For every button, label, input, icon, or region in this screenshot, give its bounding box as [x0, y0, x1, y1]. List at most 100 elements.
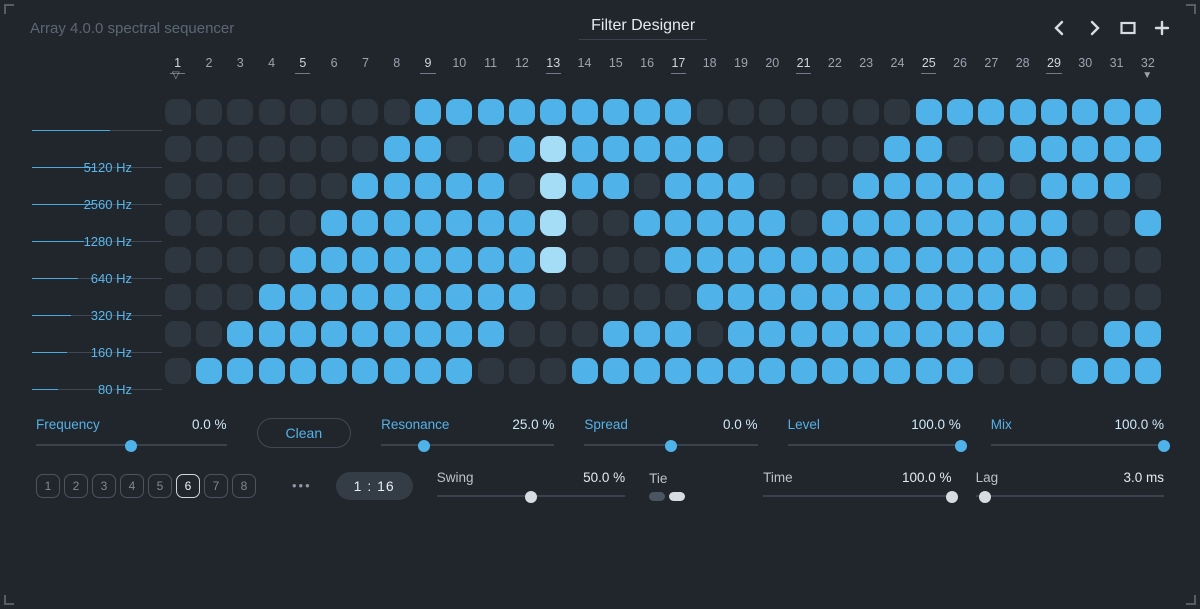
spread-slider[interactable]: [584, 440, 757, 450]
step-cell[interactable]: [916, 321, 942, 347]
step-cell[interactable]: [165, 284, 191, 310]
step-cell[interactable]: [1072, 284, 1098, 310]
step-cell[interactable]: [728, 247, 754, 273]
step-cell[interactable]: [352, 136, 378, 162]
step-cell[interactable]: [978, 210, 1004, 236]
step-cell[interactable]: [1135, 210, 1161, 236]
step-cell[interactable]: [415, 284, 441, 310]
clean-button[interactable]: Clean: [257, 418, 352, 448]
step-cell[interactable]: [665, 173, 691, 199]
step-cell[interactable]: [822, 358, 848, 384]
step-cell[interactable]: [697, 173, 723, 199]
step-cell[interactable]: [1041, 321, 1067, 347]
step-cell[interactable]: [1010, 358, 1036, 384]
step-cell[interactable]: [227, 136, 253, 162]
step-cell[interactable]: [1010, 210, 1036, 236]
preset-4[interactable]: 4: [120, 474, 144, 498]
step-cell[interactable]: [1041, 99, 1067, 125]
step-cell[interactable]: [1104, 173, 1130, 199]
step-cell[interactable]: [259, 358, 285, 384]
row-slider-7[interactable]: 80 Hz: [32, 352, 162, 389]
step-cell[interactable]: [884, 247, 910, 273]
step-cell[interactable]: [196, 136, 222, 162]
step-cell[interactable]: [321, 358, 347, 384]
step-cell[interactable]: [321, 99, 347, 125]
step-cell[interactable]: [227, 210, 253, 236]
reson-slider[interactable]: [381, 440, 554, 450]
step-cell[interactable]: [1072, 247, 1098, 273]
step-cell[interactable]: [978, 136, 1004, 162]
row-slider-2[interactable]: 2560 Hz: [32, 167, 162, 204]
step-cell[interactable]: [509, 173, 535, 199]
step-cell[interactable]: [1041, 173, 1067, 199]
step-cell[interactable]: [165, 99, 191, 125]
step-cell[interactable]: [947, 358, 973, 384]
step-cell[interactable]: [822, 99, 848, 125]
ratio-display[interactable]: 1 : 16: [336, 472, 413, 500]
col-label-12[interactable]: 12: [506, 56, 537, 73]
step-cell[interactable]: [227, 99, 253, 125]
step-cell[interactable]: [509, 210, 535, 236]
step-cell[interactable]: [196, 210, 222, 236]
step-cell[interactable]: [603, 99, 629, 125]
row-slider-1[interactable]: 5120 Hz: [32, 130, 162, 167]
step-cell[interactable]: [665, 321, 691, 347]
step-cell[interactable]: [165, 247, 191, 273]
step-cell[interactable]: [259, 99, 285, 125]
step-cell[interactable]: [634, 284, 660, 310]
preset-2[interactable]: 2: [64, 474, 88, 498]
step-cell[interactable]: [1104, 284, 1130, 310]
step-cell[interactable]: [196, 321, 222, 347]
step-cell[interactable]: [509, 284, 535, 310]
col-label-15[interactable]: 15: [600, 56, 631, 73]
step-cell[interactable]: [1072, 321, 1098, 347]
step-cell[interactable]: [1041, 284, 1067, 310]
step-cell[interactable]: [884, 358, 910, 384]
step-cell[interactable]: [1010, 284, 1036, 310]
step-cell[interactable]: [446, 99, 472, 125]
step-cell[interactable]: [478, 136, 504, 162]
col-label-18[interactable]: 18: [694, 56, 725, 73]
step-cell[interactable]: [352, 99, 378, 125]
step-cell[interactable]: [759, 173, 785, 199]
step-cell[interactable]: [947, 173, 973, 199]
step-cell[interactable]: [916, 99, 942, 125]
step-cell[interactable]: [415, 358, 441, 384]
step-cell[interactable]: [1135, 247, 1161, 273]
step-cell[interactable]: [415, 247, 441, 273]
col-label-30[interactable]: 30: [1070, 56, 1101, 73]
step-cell[interactable]: [446, 284, 472, 310]
step-cell[interactable]: [290, 247, 316, 273]
step-cell[interactable]: [540, 136, 566, 162]
step-cell[interactable]: [196, 99, 222, 125]
step-cell[interactable]: [478, 247, 504, 273]
step-cell[interactable]: [446, 173, 472, 199]
step-cell[interactable]: [572, 321, 598, 347]
step-cell[interactable]: [978, 321, 1004, 347]
step-cell[interactable]: [1072, 136, 1098, 162]
col-label-5[interactable]: 5: [287, 56, 318, 73]
step-cell[interactable]: [665, 99, 691, 125]
step-cell[interactable]: [853, 136, 879, 162]
step-cell[interactable]: [227, 247, 253, 273]
level-slider[interactable]: [788, 440, 961, 450]
step-cell[interactable]: [665, 210, 691, 236]
step-cell[interactable]: [791, 173, 817, 199]
step-cell[interactable]: [478, 321, 504, 347]
step-cell[interactable]: [321, 284, 347, 310]
col-label-9[interactable]: 9: [412, 56, 443, 73]
step-cell[interactable]: [853, 321, 879, 347]
preset-1[interactable]: 1: [36, 474, 60, 498]
step-cell[interactable]: [697, 210, 723, 236]
step-cell[interactable]: [572, 99, 598, 125]
step-cell[interactable]: [259, 136, 285, 162]
prev-icon[interactable]: [1052, 20, 1068, 36]
step-cell[interactable]: [728, 284, 754, 310]
step-cell[interactable]: [321, 173, 347, 199]
step-cell[interactable]: [478, 173, 504, 199]
col-label-26[interactable]: 26: [944, 56, 975, 73]
step-cell[interactable]: [446, 247, 472, 273]
step-cell[interactable]: [290, 358, 316, 384]
step-cell[interactable]: [572, 210, 598, 236]
col-label-29[interactable]: 29: [1038, 56, 1069, 73]
